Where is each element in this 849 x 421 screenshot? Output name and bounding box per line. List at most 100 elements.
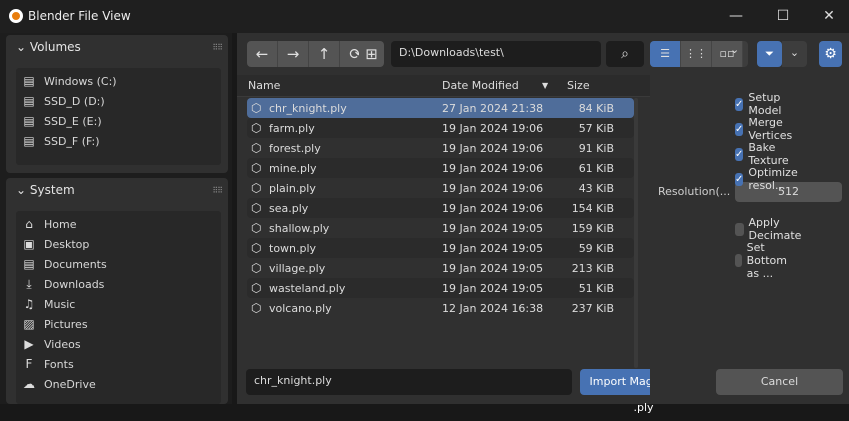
- system-place-item[interactable]: ♫ Music: [22, 294, 76, 314]
- file-size: 57 KiB: [578, 121, 614, 135]
- drive-icon: ▤: [23, 74, 35, 88]
- file-date: 19 Jan 2024 19:05: [442, 241, 544, 255]
- parent-directory-button[interactable]: ↑: [309, 41, 340, 67]
- volume-item[interactable]: ▤ SSD_E (E:): [22, 111, 101, 131]
- volume-label: SSD_D (D:): [44, 94, 105, 108]
- place-icon: ▶: [24, 337, 34, 351]
- checkbox-label: Bake Texture: [748, 141, 789, 167]
- settings-button[interactable]: ⚙: [819, 41, 842, 67]
- volume-label: SSD_F (F:): [44, 134, 100, 148]
- filter-button[interactable]: ⏷: [757, 41, 782, 67]
- column-name[interactable]: Name: [248, 79, 280, 92]
- drag-grip-icon[interactable]: ⠿⠿: [212, 186, 223, 195]
- horizontal-list-icon[interactable]: ⋮⋮: [681, 41, 712, 67]
- file-name: chr_knight.ply: [269, 101, 347, 115]
- volume-item[interactable]: ▤ Windows (C:): [22, 71, 116, 91]
- drag-grip-icon[interactable]: ⠿⠿: [212, 43, 223, 52]
- mesh-file-icon: ⬡: [251, 241, 262, 255]
- setup-model-checkbox[interactable]: ✓ Setup Model: [735, 91, 786, 117]
- merge-vertices-checkbox[interactable]: ✓ Merge Vertices: [735, 116, 797, 142]
- column-size[interactable]: Size: [567, 79, 590, 92]
- system-header[interactable]: ⌄ System: [16, 183, 75, 197]
- file-row[interactable]: ⬡ village.ply 19 Jan 2024 19:05 213 KiB: [247, 258, 634, 278]
- place-icon: ▣: [23, 237, 35, 251]
- display-options-chevron-icon[interactable]: ⌄: [730, 43, 739, 56]
- file-size: 154 KiB: [571, 201, 614, 215]
- file-row[interactable]: ⬡ mine.ply 19 Jan 2024 19:06 61 KiB: [247, 158, 634, 178]
- file-row[interactable]: ⬡ forest.ply 19 Jan 2024 19:06 91 KiB: [247, 138, 634, 158]
- options-panel: ☰ ⋮⋮ ▫▫ ⌄ ⏷ ⌄ ⚙ Resolution(... 512 Cancel …: [650, 33, 849, 404]
- drive-icon: ▤: [23, 134, 35, 148]
- path-field[interactable]: D:\Downloads\test\: [391, 41, 601, 67]
- volumes-panel: ⌄ Volumes ⠿⠿ ▤ Windows (C:) ▤ SSD_D (D:) ▤…: [6, 35, 228, 173]
- file-date: 19 Jan 2024 19:05: [442, 261, 544, 275]
- file-size: 159 KiB: [571, 221, 614, 235]
- scrollbar[interactable]: [634, 98, 638, 368]
- file-size: 91 KiB: [578, 141, 614, 155]
- cancel-button[interactable]: Cancel: [716, 369, 843, 395]
- file-name: town.ply: [269, 241, 317, 255]
- place-icon: ▨: [23, 317, 35, 331]
- file-row[interactable]: ⬡ town.ply 19 Jan 2024 19:05 59 KiB: [247, 238, 634, 258]
- column-header: Name Date Modified ▼ Size: [237, 75, 650, 97]
- system-place-item[interactable]: ▤ Documents: [22, 254, 106, 274]
- file-row[interactable]: ⬡ plain.ply 19 Jan 2024 19:06 43 KiB: [247, 178, 634, 198]
- mesh-file-icon: ⬡: [251, 261, 262, 275]
- filter-icon: ⏷: [765, 47, 774, 60]
- file-row[interactable]: ⬡ volcano.ply 12 Jan 2024 16:38 237 KiB: [247, 298, 634, 318]
- vertical-list-icon[interactable]: ☰: [650, 41, 681, 67]
- volume-item[interactable]: ▤ SSD_D (D:): [22, 91, 105, 111]
- optimize-checkbox[interactable]: ✓ Optimize resol...: [735, 166, 802, 192]
- checkbox-box: [735, 222, 744, 236]
- mesh-file-icon: ⬡: [251, 141, 262, 155]
- file-name: farm.ply: [269, 121, 315, 135]
- file-row[interactable]: ⬡ farm.ply 19 Jan 2024 19:06 57 KiB: [247, 118, 634, 138]
- system-list: ⌂ Home ▣ Desktop ▤ Documents ⤓ Downloads ♫ Music ▨…: [16, 211, 221, 404]
- system-place-item[interactable]: ⤓ Downloads: [22, 274, 104, 294]
- place-icon: ⤓: [26, 276, 32, 291]
- volumes-header[interactable]: ⌄ Volumes: [16, 40, 81, 54]
- system-place-item[interactable]: ▶ Videos: [22, 334, 80, 354]
- apply-decimate-checkbox[interactable]: Apply Decimate: [735, 216, 806, 242]
- sort-descending-icon[interactable]: ▼: [542, 81, 548, 90]
- place-label: Downloads: [44, 277, 105, 291]
- close-button[interactable]: ✕: [811, 4, 847, 28]
- checkbox-label: Setup Model: [748, 91, 782, 117]
- system-place-item[interactable]: ▣ Desktop: [22, 234, 89, 254]
- system-place-item[interactable]: ▨ Pictures: [22, 314, 87, 334]
- system-place-item[interactable]: F Fonts: [22, 354, 74, 374]
- mesh-file-icon: ⬡: [251, 301, 262, 315]
- maximize-button[interactable]: ☐: [765, 4, 801, 28]
- file-row[interactable]: ⬡ shallow.ply 19 Jan 2024 19:05 159 KiB: [247, 218, 634, 238]
- file-size: 59 KiB: [578, 241, 614, 255]
- file-date: 19 Jan 2024 19:06: [442, 181, 544, 195]
- resolution-label: Resolution(...: [658, 185, 731, 198]
- volumes-title: Volumes: [29, 40, 81, 54]
- file-row[interactable]: ⬡ wasteland.ply 19 Jan 2024 19:05 51 KiB: [247, 278, 634, 298]
- file-row[interactable]: ⬡ chr_knight.ply 27 Jan 2024 21:38 84 KiB: [247, 98, 634, 118]
- filename-field[interactable]: chr_knight.ply: [246, 369, 572, 395]
- file-row[interactable]: ⬡ sea.ply 19 Jan 2024 19:06 154 KiB: [247, 198, 634, 218]
- system-place-item[interactable]: ☁ OneDrive: [22, 374, 96, 394]
- new-folder-button[interactable]: ⊞: [359, 41, 384, 67]
- file-date: 19 Jan 2024 19:06: [442, 201, 544, 215]
- checkbox-label: Apply Decimate: [748, 216, 802, 242]
- minimize-button[interactable]: —: [718, 4, 754, 28]
- column-date[interactable]: Date Modified: [442, 79, 519, 92]
- volume-item[interactable]: ▤ SSD_F (F:): [22, 131, 100, 151]
- file-name: forest.ply: [269, 141, 321, 155]
- system-place-item[interactable]: ⌂ Home: [22, 214, 76, 234]
- blender-logo-icon: [9, 9, 23, 23]
- file-size: 84 KiB: [578, 101, 614, 115]
- mesh-file-icon: ⬡: [251, 201, 262, 215]
- back-button[interactable]: ←: [247, 41, 278, 67]
- search-button[interactable]: ⌕: [606, 41, 644, 67]
- file-date: 19 Jan 2024 19:06: [442, 161, 544, 175]
- filter-options-chevron-icon[interactable]: ⌄: [782, 41, 807, 67]
- system-title: System: [29, 183, 75, 197]
- bake-texture-checkbox[interactable]: ✓ Bake Texture: [735, 141, 793, 167]
- set-bottom-checkbox[interactable]: Set Bottom as ...: [735, 241, 793, 280]
- file-date: 12 Jan 2024 16:38: [442, 301, 544, 315]
- place-label: Desktop: [44, 237, 90, 251]
- forward-button[interactable]: →: [278, 41, 309, 67]
